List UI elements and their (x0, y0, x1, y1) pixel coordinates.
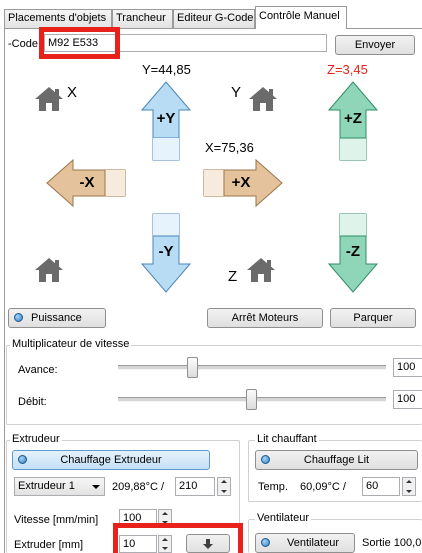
bed-target-spinner[interactable] (402, 477, 416, 496)
send-button[interactable]: Envoyer (335, 35, 415, 55)
extruder-title: Extrudeur (10, 433, 62, 445)
feed-value-input[interactable]: 100 (393, 358, 422, 377)
home-all-icon[interactable] (33, 256, 65, 284)
fan-button[interactable]: Ventilateur (255, 533, 355, 553)
minus-x-label: -X (79, 174, 95, 191)
gcode-highlight (39, 27, 120, 59)
extruder-target-input[interactable]: 210 (175, 477, 215, 496)
flow-label: Débit: (18, 396, 47, 408)
extruder-heat-button[interactable]: Chauffage Extrudeur (12, 450, 210, 470)
gcode-label: -Code (8, 38, 38, 50)
stop-motors-button[interactable]: Arrêt Moteurs (207, 308, 323, 328)
extrude-highlight (113, 523, 243, 553)
power-button[interactable]: Puissance (8, 308, 106, 328)
feed-slider-thumb[interactable] (187, 357, 198, 378)
z-position: Z=3,45 (327, 62, 368, 77)
tab-object-placement[interactable]: Placements d'objets (4, 9, 112, 28)
bed-target-input[interactable]: 60 (362, 477, 400, 496)
bed-heat-indicator-icon (261, 455, 270, 464)
plus-z-label: +Z (344, 110, 362, 127)
home-x-icon[interactable] (33, 85, 65, 113)
extrude-length-label: Extruder [mm] (14, 539, 84, 551)
power-indicator-icon (14, 313, 23, 322)
tab-gcode-editor[interactable]: Editeur G-Code (173, 9, 255, 28)
heated-bed-title: Lit chauffant (255, 433, 319, 445)
home-z-label: Z (228, 268, 238, 285)
flow-value-input[interactable]: 100 (393, 390, 422, 409)
extruder-select[interactable]: Extrudeur 1 (14, 477, 105, 496)
y-position: Y=44,85 (142, 62, 191, 77)
extrude-speed-label: Vitesse [mm/min] (14, 514, 99, 526)
fan-title: Ventilateur (255, 512, 311, 524)
park-button[interactable]: Parquer (330, 308, 416, 328)
tab-slicer[interactable]: Trancheur (112, 9, 173, 28)
bed-temp-label: Temp. (258, 481, 288, 493)
plus-x-label: +X (231, 174, 251, 191)
feed-slider-track[interactable] (118, 365, 386, 370)
chevron-down-icon (92, 485, 100, 489)
bed-heat-button[interactable]: Chauffage Lit (255, 450, 418, 470)
tab-manual-control[interactable]: Contrôle Manuel (255, 6, 347, 29)
home-z-icon[interactable] (245, 256, 277, 284)
home-y-label: Y (231, 84, 242, 101)
x-position: X=75,36 (205, 140, 254, 155)
flow-slider-thumb[interactable] (246, 389, 257, 410)
home-x-label: X (67, 84, 78, 101)
plus-y-label: +Y (156, 110, 176, 127)
home-y-icon[interactable] (247, 85, 279, 113)
speed-multiplier-title: Multiplicateur de vitesse (10, 338, 132, 350)
extruder-target-spinner[interactable] (217, 477, 231, 496)
feed-label: Avance: (18, 364, 58, 376)
extruder-heat-indicator-icon (18, 455, 27, 464)
fan-indicator-icon (261, 538, 270, 547)
minus-y-label: -Y (158, 243, 174, 260)
minus-z-label: -Z (345, 243, 361, 260)
fan-output: Sortie 100,0 (362, 537, 422, 549)
extruder-temp: 209,88°C / (112, 481, 165, 493)
speed-multiplier-group (6, 345, 422, 425)
bed-temp: 60,09°C / (300, 481, 346, 493)
